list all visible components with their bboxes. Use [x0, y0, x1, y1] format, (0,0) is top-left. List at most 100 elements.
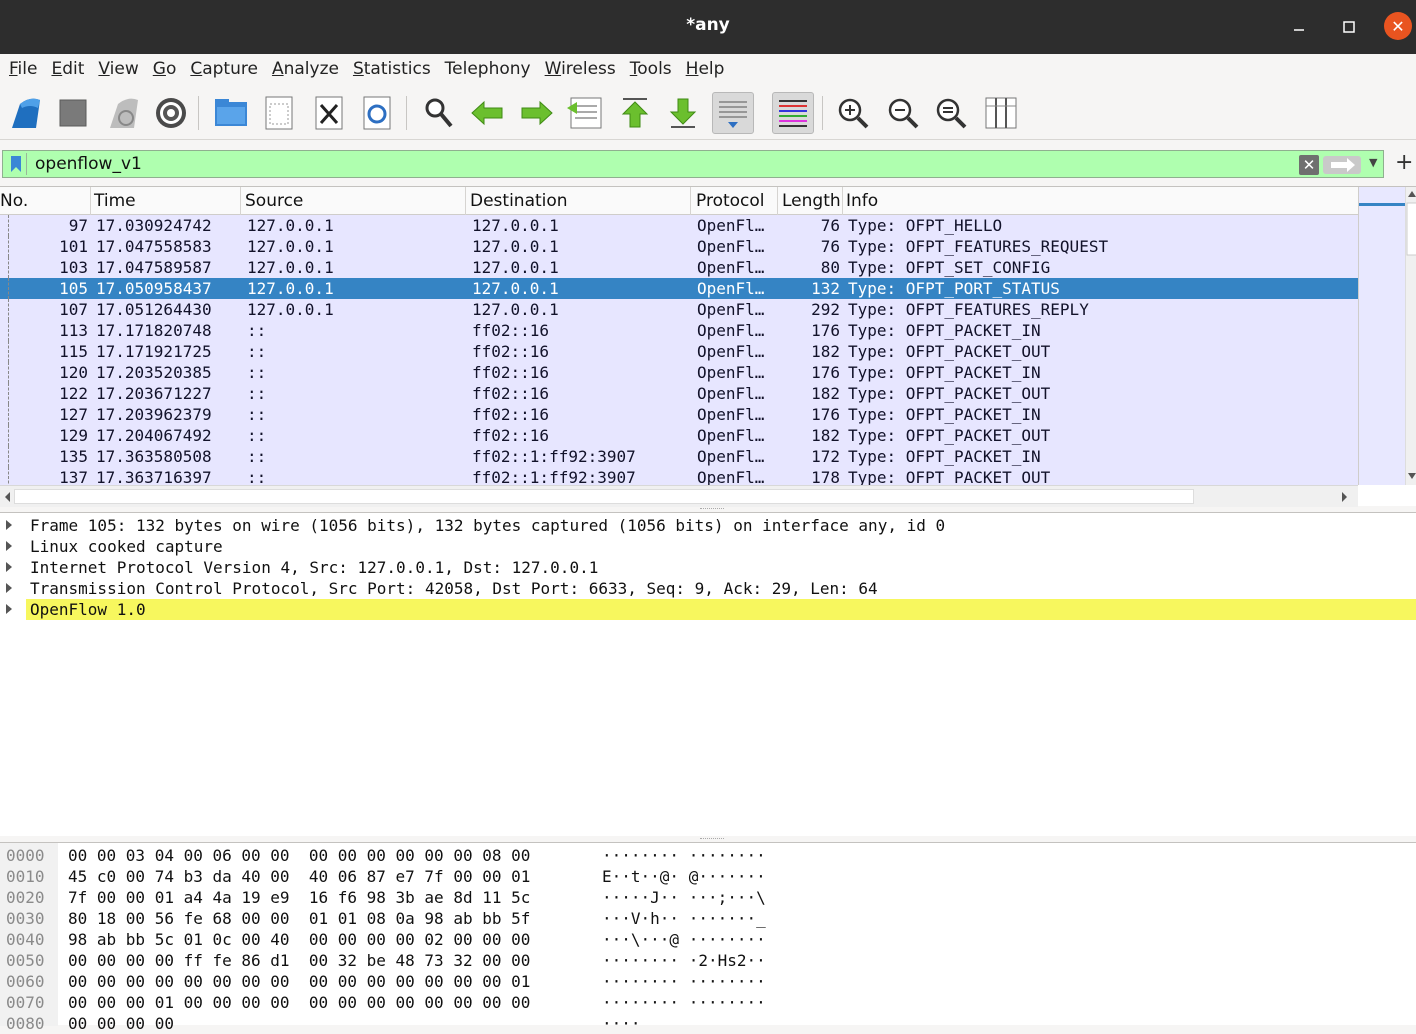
packet-number: 129 [59, 426, 88, 445]
packet-row[interactable]: 129 17.204067492:: ff02::16 OpenFl… 182 Type:… [0, 425, 1358, 446]
packet-row[interactable]: 103 17.047589587 127.0.0.1 127.0.0.1 OpenFl…… [0, 257, 1358, 278]
packet-row[interactable]: 107 17.051264430 127.0.0.1 127.0.0.1 OpenFl…… [0, 299, 1358, 320]
go-forward-icon[interactable] [516, 92, 558, 134]
splitter-handle[interactable] [700, 508, 724, 511]
column-header-source[interactable]: Source [245, 191, 303, 211]
maximize-icon[interactable] [1334, 12, 1364, 42]
normal-size-icon[interactable] [930, 92, 972, 134]
go-back-icon[interactable] [466, 92, 508, 134]
close-file-icon[interactable] [308, 92, 350, 134]
capture-options-icon[interactable] [150, 92, 192, 134]
filter-bookmark-icon[interactable] [5, 153, 27, 175]
packet-row[interactable]: 120 17.203520385:: ff02::16 OpenFl… 176 Type:… [0, 362, 1358, 383]
packet-row[interactable]: 101 17.047558583 127.0.0.1 127.0.0.1 OpenFl…… [0, 236, 1358, 257]
start-capture-icon[interactable] [4, 92, 46, 134]
packet-row[interactable]: 122 17.203671227:: ff02::16 OpenFl… 182 Type:… [0, 383, 1358, 404]
hex-dump-row[interactable]: 0020 7f 00 00 01 a4 4a 19 e9 16 f6 98 3b … [0, 887, 1416, 908]
packet-list-horizontal-scrollbar[interactable] [0, 485, 1358, 507]
stop-capture-icon[interactable] [52, 92, 94, 134]
menu-item-edit[interactable]: Edit [44, 59, 91, 79]
column-header-info[interactable]: Info [846, 191, 878, 211]
detail-tree-item[interactable]: Transmission Control Protocol, Src Port:… [0, 578, 1416, 599]
hex-dump-row[interactable]: 0070 00 00 00 01 00 00 00 00 00 00 00 00 … [0, 992, 1416, 1013]
horizontal-scroll-thumb[interactable] [14, 489, 1194, 504]
clear-filter-icon[interactable]: ✕ [1299, 155, 1319, 175]
packet-row[interactable]: 113 17.171820748:: ff02::16 OpenFl… 176 Type:… [0, 320, 1358, 341]
filter-text[interactable]: openflow_v1 [35, 154, 142, 174]
first-packet-icon[interactable] [614, 92, 656, 134]
expand-arrow-icon[interactable] [6, 562, 12, 572]
resize-columns-icon[interactable] [980, 92, 1022, 134]
menu-item-capture[interactable]: Capture [183, 59, 265, 79]
detail-tree-item[interactable]: Frame 105: 132 bytes on wire (1056 bits)… [0, 515, 1416, 536]
hex-bytes: 98 ab bb 5c 01 0c 00 40 00 00 00 00 02 0… [68, 930, 531, 949]
packet-info: Type: OFPT_PACKET_IN [848, 447, 1041, 466]
hex-dump-row[interactable]: 0010 45 c0 00 74 b3 da 40 00 40 06 87 e7 … [0, 866, 1416, 887]
menu-item-statistics[interactable]: Statistics [346, 59, 438, 79]
column-header-length[interactable]: Length [782, 191, 840, 211]
hex-dump-row[interactable]: 0040 98 ab bb 5c 01 0c 00 40 00 00 00 00 … [0, 929, 1416, 950]
close-icon[interactable]: ✕ [1384, 12, 1412, 40]
packet-row-selected[interactable]: 105 17.050958437 127.0.0.1 127.0.0.1 OpenFl…… [0, 278, 1358, 299]
packet-source: :: [247, 426, 267, 445]
detail-tree-item[interactable]: Internet Protocol Version 4, Src: 127.0.… [0, 557, 1416, 578]
menu-item-analyze[interactable]: Analyze [265, 59, 346, 79]
apply-filter-icon[interactable] [1323, 156, 1361, 174]
hex-bytes: 00 00 00 01 00 00 00 00 00 00 00 00 00 0… [68, 993, 531, 1012]
filter-history-dropdown-icon[interactable]: ▼ [1369, 156, 1377, 169]
expand-arrow-icon[interactable] [6, 583, 12, 593]
packet-time: 17.047589587 [96, 258, 212, 277]
restart-capture-icon[interactable] [102, 92, 144, 134]
last-packet-icon[interactable] [662, 92, 704, 134]
detail-tree-item[interactable]: OpenFlow 1.0 [0, 599, 1416, 620]
scrollbar-track[interactable] [1405, 187, 1416, 485]
packet-row[interactable]: 115 17.171921725:: ff02::16 OpenFl… 182 Type:… [0, 341, 1358, 362]
display-filter-input[interactable]: openflow_v1 ✕ ▼ [2, 150, 1384, 178]
hex-bytes: 00 00 00 00 [68, 1014, 174, 1033]
packet-row[interactable]: 135 17.363580508:: ff02::1:ff92:3907 OpenFl… [0, 446, 1358, 467]
column-header-time[interactable]: Time [94, 191, 136, 211]
packet-destination: ff02::16 [472, 405, 550, 424]
autoscroll-icon[interactable] [712, 92, 754, 134]
expand-arrow-icon[interactable] [6, 520, 12, 530]
add-filter-button[interactable]: + [1395, 150, 1413, 175]
menu-item-view[interactable]: View [91, 59, 145, 79]
minimize-icon[interactable] [1284, 12, 1314, 42]
packet-row[interactable]: 137 17.363716397:: ff02::1:ff92:3907 OpenFl… [0, 467, 1358, 485]
find-packet-icon[interactable] [418, 92, 460, 134]
packet-destination: ff02::1:ff92:3907 [472, 468, 636, 485]
packet-length: 182 [811, 342, 840, 361]
zoom-in-icon[interactable] [832, 92, 874, 134]
expand-arrow-icon[interactable] [6, 604, 12, 614]
menu-item-file[interactable]: File [2, 59, 44, 79]
zoom-out-icon[interactable] [882, 92, 924, 134]
expand-arrow-icon[interactable] [6, 541, 12, 551]
save-file-icon[interactable] [258, 92, 300, 134]
reload-file-icon[interactable] [356, 92, 398, 134]
hex-dump-row[interactable]: 0060 00 00 00 00 00 00 00 00 00 00 00 00 … [0, 971, 1416, 992]
column-header-protocol[interactable]: Protocol [696, 191, 765, 211]
packet-row[interactable]: 127 17.203962379:: ff02::16 OpenFl… 176 Type:… [0, 404, 1358, 425]
packet-destination: ff02::16 [472, 384, 550, 403]
hex-dump-row[interactable]: 0050 00 00 00 00 ff fe 86 d1 00 32 be 48 … [0, 950, 1416, 971]
detail-tree-item[interactable]: Linux cooked capture [0, 536, 1416, 557]
column-header-no[interactable]: No. [0, 191, 28, 211]
packet-row[interactable]: 97 17.030924742 127.0.0.1 127.0.0.1 OpenFl… 7… [0, 215, 1358, 236]
go-to-packet-icon[interactable] [564, 92, 606, 134]
packet-list-vertical-scrollbar[interactable] [1358, 187, 1416, 485]
menu-item-go[interactable]: Go [146, 59, 184, 79]
colorize-icon[interactable] [772, 92, 814, 134]
menu-item-help[interactable]: Help [679, 59, 732, 79]
hex-dump-row[interactable]: 0030 80 18 00 56 fe 68 00 00 01 01 08 0a … [0, 908, 1416, 929]
hex-offset: 0030 [6, 909, 45, 928]
menu-item-telephony[interactable]: Telephony [438, 59, 538, 79]
menu-item-tools[interactable]: Tools [623, 59, 679, 79]
menu-bar: File Edit View Go Capture Analyze Statistics Te… [0, 54, 1416, 84]
column-header-destination[interactable]: Destination [470, 191, 568, 211]
hex-bytes: 45 c0 00 74 b3 da 40 00 40 06 87 e7 7f 0… [68, 867, 531, 886]
open-file-icon[interactable] [210, 92, 252, 134]
hex-dump-row[interactable]: 0000 00 00 03 04 00 06 00 00 00 00 00 00 … [0, 845, 1416, 866]
hex-dump-row[interactable]: 0080 00 00 00 00 ···· [0, 1013, 1416, 1034]
menu-item-wireless[interactable]: Wireless [538, 59, 623, 79]
splitter-handle[interactable] [700, 838, 724, 841]
